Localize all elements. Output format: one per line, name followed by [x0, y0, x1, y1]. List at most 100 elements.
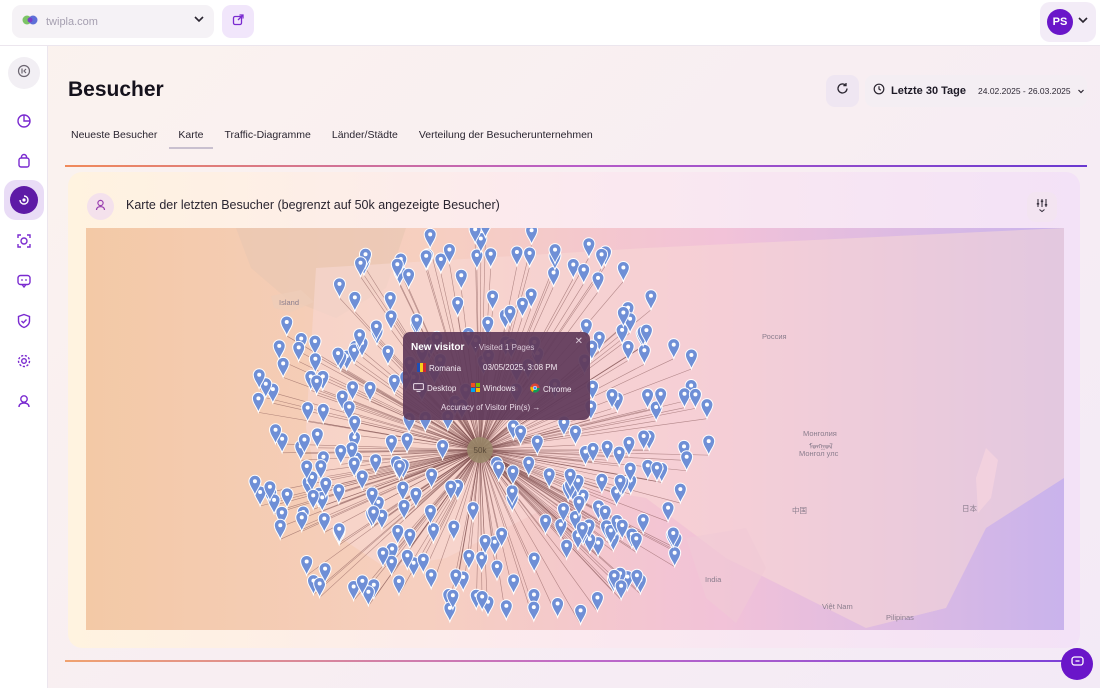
visitor-pin[interactable] — [392, 574, 406, 597]
visitor-pin-center — [395, 528, 400, 533]
visitor-pin-center — [693, 392, 698, 397]
tooltip-os-label: Windows — [483, 384, 516, 393]
visitor-pin[interactable] — [527, 551, 541, 574]
visitor-pin-center — [336, 351, 341, 356]
visitor-pin-center — [358, 260, 363, 265]
visitor-pin-center — [553, 247, 558, 252]
tab-map[interactable]: Karte — [169, 126, 213, 149]
sidebar-item-feedback[interactable] — [8, 267, 40, 299]
visitor-pin-center — [612, 573, 617, 578]
sidebar-item-privacy[interactable] — [8, 307, 40, 339]
visitor-pin[interactable] — [280, 315, 294, 338]
open-site-button[interactable] — [222, 5, 254, 38]
visitor-pin-center — [281, 361, 286, 366]
visitor-pin[interactable] — [449, 568, 463, 591]
visitor-pin[interactable] — [251, 391, 265, 414]
visitor-pin-center — [296, 345, 301, 350]
tooltip-browser-label: Chrome — [543, 384, 572, 394]
visitor-pin[interactable] — [507, 573, 521, 596]
sidebar-item-dashboard[interactable] — [8, 107, 40, 139]
visitor-pin[interactable] — [490, 559, 504, 582]
visitor-pin-center — [376, 499, 381, 504]
visitor-pin-center — [311, 493, 316, 498]
visitor-pin-center — [488, 251, 493, 256]
visitor-pin-center — [400, 484, 405, 489]
visitor-pin-center — [620, 327, 625, 332]
date-range-label: Letzte 30 Tage — [891, 85, 966, 97]
visitor-pin-center — [406, 272, 411, 277]
refresh-button[interactable] — [826, 75, 859, 107]
visitor-pin-center — [431, 526, 436, 531]
visitor-pin-center — [641, 517, 646, 522]
visitor-pin-center — [350, 384, 355, 389]
visitor-pin[interactable] — [306, 488, 320, 511]
visitor-pin[interactable] — [272, 339, 286, 362]
visitor-cluster-count: 50k — [474, 446, 488, 455]
map-filter-button[interactable] — [1027, 192, 1057, 222]
avatar: PS — [1047, 9, 1073, 35]
visitor-pin[interactable] — [554, 517, 568, 541]
sidebar-collapse-button[interactable] — [8, 57, 40, 89]
visitor-pin-center — [617, 450, 622, 455]
visitor-pin[interactable] — [560, 538, 574, 561]
visitor-pin-center — [310, 474, 315, 479]
close-icon[interactable]: ✕ — [575, 336, 583, 347]
visitor-pin[interactable] — [276, 356, 290, 379]
visitor-pin[interactable] — [499, 599, 513, 622]
visitor-pin-center — [596, 275, 601, 280]
visitor-pin-center — [389, 313, 394, 318]
tab-visitor-companies[interactable]: Verteilung der Besucherunternehmen — [410, 126, 602, 149]
visitor-pin[interactable] — [539, 513, 553, 536]
visitor-pin[interactable] — [462, 548, 476, 571]
user-menu-button[interactable]: PS — [1040, 2, 1096, 42]
site-selector[interactable]: twipla.com — [12, 5, 214, 38]
chat-icon — [1070, 654, 1085, 674]
visitor-pin[interactable] — [636, 512, 650, 536]
visitor-pin-center — [658, 391, 663, 396]
date-range-picker[interactable]: Letzte 30 Tage 24.02.2025 - 26.03.2025 — [865, 75, 1087, 107]
tab-countries-cities[interactable]: Länder/Städte — [323, 126, 407, 149]
visitor-pin-center — [591, 446, 596, 451]
visitor-pin[interactable] — [423, 228, 437, 250]
visitor-map[interactable]: 50k Island Россия Монголия ᠮᠣᠩᠭᠣᠯ Монгол… — [86, 228, 1064, 630]
visitor-pin[interactable] — [295, 510, 309, 533]
visitor-pin-center — [371, 582, 376, 587]
pin-accuracy-link[interactable]: Accuracy of Visitor Pin(s) → — [441, 403, 540, 412]
visitor-pin-center — [508, 309, 513, 314]
visitor-pin[interactable] — [590, 590, 604, 614]
sidebar — [0, 46, 48, 688]
visitor-pin-center — [573, 429, 578, 434]
visitor-pin-center — [478, 236, 483, 241]
visitor-pin[interactable] — [280, 487, 294, 510]
visitor-pin-center — [644, 328, 649, 333]
visitor-pin-center — [352, 419, 357, 424]
tab-traffic-charts[interactable]: Traffic-Diagramme — [216, 126, 320, 149]
visitor-pin-center — [555, 601, 560, 606]
visitor-pin-center — [315, 431, 320, 436]
visitor-pin-center — [608, 528, 613, 533]
visitor-pin[interactable] — [273, 518, 287, 541]
sidebar-item-settings[interactable] — [8, 347, 40, 379]
visitor-pin-center — [511, 423, 516, 428]
visitor-pin-center — [451, 524, 456, 529]
sidebar-item-behavior[interactable] — [8, 227, 40, 259]
tab-newest-visitors[interactable]: Neueste Besucher — [62, 126, 166, 149]
sidebar-item-visitors[interactable] — [4, 180, 44, 220]
tooltip-browser: Chrome — [530, 383, 571, 395]
sidebar-item-ecommerce[interactable] — [8, 147, 40, 179]
visitor-pin[interactable] — [668, 546, 682, 569]
visitor-pin[interactable] — [527, 600, 541, 623]
map-canvas[interactable]: 50k — [86, 228, 1064, 630]
visitor-pin[interactable] — [661, 501, 675, 524]
visitor-pin-center — [634, 573, 639, 578]
visitor-pin[interactable] — [614, 579, 628, 602]
visitor-pin[interactable] — [292, 340, 306, 363]
visitor-pin[interactable] — [574, 603, 588, 626]
chat-button[interactable] — [1061, 648, 1093, 680]
visitor-pin[interactable] — [551, 597, 565, 620]
visitor-pin-center — [561, 506, 566, 511]
visitor-pin[interactable] — [424, 568, 438, 591]
visitor-pin-center — [273, 427, 278, 432]
sliders-icon — [1035, 197, 1049, 218]
sidebar-item-location[interactable] — [8, 387, 40, 419]
